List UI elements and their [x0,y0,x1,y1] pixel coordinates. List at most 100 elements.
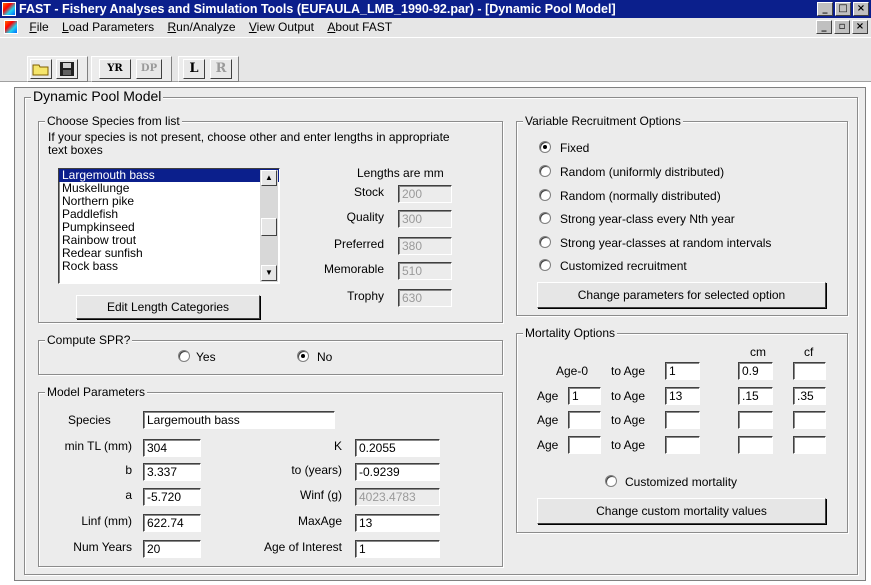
edit-length-categories-button[interactable]: Edit Length Categories [76,295,260,319]
customized-mortality-radio[interactable] [605,475,617,487]
dp-button[interactable]: DP [136,59,162,79]
scroll-up-icon[interactable]: ▲ [261,170,277,186]
spr-no-radio[interactable] [297,350,309,362]
lengths-header: Lengths are mm [357,166,444,180]
linf-field[interactable]: 622.74 [143,514,201,532]
recruit-nth-year-radio[interactable] [539,212,551,224]
menu-run-analyze[interactable]: Run/Analyze [162,18,240,37]
spr-no-label: No [317,350,333,364]
recruit-fixed-radio[interactable] [539,141,551,153]
recruit-normal-radio[interactable] [539,189,551,201]
maximize-icon[interactable]: □ [835,2,851,16]
species-group-title: Choose Species from list [45,114,182,128]
recruit-custom-radio[interactable] [539,259,551,271]
k-field[interactable]: 0.2055 [355,439,440,457]
mortality-cm-field[interactable]: .15 [738,387,773,405]
species-param-field[interactable]: Largemouth bass [143,411,335,429]
mortality-cm-field[interactable]: 0.9 [738,362,773,380]
menu-load-parameters[interactable]: Load Parameters [57,18,159,37]
minimize-icon[interactable]: _ [817,2,833,16]
mortality-from-age-field[interactable] [568,411,601,429]
menu-bar: File Load Parameters Run/Analyze View Ou… [0,18,871,37]
preferred-field[interactable]: 380 [398,237,452,255]
child-minimize-icon[interactable]: _ [816,20,832,34]
child-restore-icon[interactable]: ▫ [834,20,850,34]
species-list[interactable]: Largemouth bass Muskellunge Northern pik… [58,168,280,284]
b-field[interactable]: 3.337 [143,463,201,481]
mortality-cm-field[interactable] [738,436,773,454]
cm-header: cm [750,345,766,359]
open-folder-icon[interactable] [30,59,52,79]
window-title: FAST - Fishery Analyses and Simulation T… [19,2,616,16]
min-tl-label: min TL (mm) [64,439,132,453]
child-close-icon[interactable]: × [852,20,868,34]
mortality-from-age-field[interactable] [568,436,601,454]
min-tl-field[interactable]: 304 [143,439,201,457]
recruit-option-label: Strong year-class every Nth year [560,212,735,226]
linf-label: Linf (mm) [81,514,132,528]
mortality-cf-field[interactable] [793,411,826,429]
a-field[interactable]: -5.720 [143,488,201,506]
menu-view-output[interactable]: View Output [244,18,319,37]
quality-field[interactable]: 300 [398,210,452,228]
spr-yes-label: Yes [196,350,216,364]
mortality-cf-field[interactable] [793,436,826,454]
trophy-label: Trophy [347,289,384,303]
age-interest-field[interactable]: 1 [355,540,440,558]
recruit-option-label: Random (uniformly distributed) [560,165,725,179]
winf-label: Winf (g) [300,488,342,502]
spr-group: Compute SPR? [38,333,503,375]
trophy-field[interactable]: 630 [398,289,452,307]
age-label: Age [537,438,559,452]
close-icon[interactable]: × [853,2,869,16]
cf-header: cf [804,345,814,359]
mortality-to-age-field[interactable]: 1 [665,362,700,380]
recruit-option-label: Strong year-classes at random intervals [560,236,772,250]
title-bar[interactable]: FAST - Fishery Analyses and Simulation T… [0,0,871,18]
recruitment-group-title: Variable Recruitment Options [523,114,683,128]
mortality-to-age-field[interactable]: 13 [665,387,700,405]
age-label: Age [537,413,559,427]
mortality-group-title: Mortality Options [523,326,618,340]
winf-field[interactable]: 4023.4783 [355,488,440,506]
change-recruitment-params-button[interactable]: Change parameters for selected option [537,282,826,308]
save-icon[interactable] [56,59,78,79]
species-list-item[interactable]: Rock bass [59,260,279,273]
r-button[interactable]: R [210,59,232,79]
recruit-option-label: Customized recruitment [560,259,687,273]
menu-file[interactable]: File [24,18,53,37]
age-label: Age [537,389,559,403]
yr-button[interactable]: YR [99,59,131,79]
stock-field[interactable]: 200 [398,185,452,203]
scroll-down-icon[interactable]: ▼ [261,265,277,281]
stock-label: Stock [353,185,384,199]
t0-field[interactable]: -0.9239 [355,463,440,481]
to-age-label: to Age [611,364,646,378]
doc-icon[interactable] [4,20,18,34]
k-label: K [333,439,342,453]
app-icon[interactable] [2,2,16,16]
customized-mortality-label: Customized mortality [625,475,738,489]
mortality-cm-field[interactable] [738,411,773,429]
mortality-to-age-field[interactable] [665,411,700,429]
b-label: b [125,463,132,477]
memorable-label: Memorable [323,262,384,276]
mortality-to-age-field[interactable] [665,436,700,454]
spr-yes-radio[interactable] [178,350,190,362]
menu-about-fast[interactable]: About FAST [322,18,397,37]
mortality-from-age-field[interactable]: 1 [568,387,601,405]
num-years-field[interactable]: 20 [143,540,201,558]
scroll-thumb[interactable] [261,218,277,236]
spr-group-title: Compute SPR? [45,333,133,347]
age0-label: Age-0 [556,364,589,378]
to-age-label: to Age [611,438,646,452]
memorable-field[interactable]: 510 [398,262,452,280]
recruit-random-intervals-radio[interactable] [539,236,551,248]
mortality-cf-field[interactable]: .35 [793,387,826,405]
recruit-uniform-radio[interactable] [539,165,551,177]
l-button[interactable]: L [183,59,205,79]
maxage-field[interactable]: 13 [355,514,440,532]
change-custom-mortality-button[interactable]: Change custom mortality values [537,498,826,524]
mortality-cf-field[interactable] [793,362,826,380]
species-param-label: Species [68,413,111,427]
